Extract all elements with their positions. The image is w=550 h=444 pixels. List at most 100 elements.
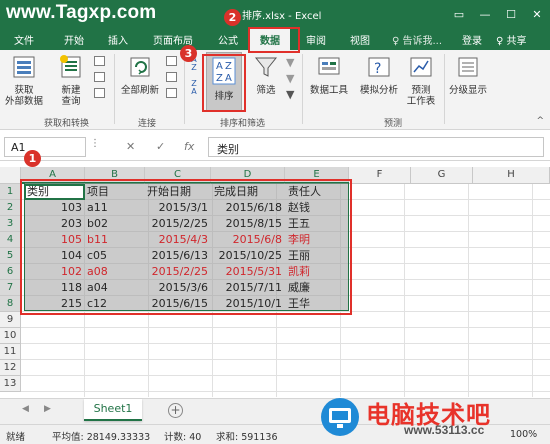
- data-tools-label: 数据工具: [309, 85, 348, 96]
- new-query-icon: [60, 55, 81, 78]
- window-controls: ▭ — ☐ ✕: [446, 0, 550, 28]
- row-header[interactable]: 4: [0, 232, 21, 248]
- row-header[interactable]: 5: [0, 248, 21, 264]
- row-header[interactable]: 2: [0, 200, 21, 216]
- name-box[interactable]: A1: [4, 137, 86, 157]
- what-if-icon: ?: [368, 57, 390, 77]
- group-label-get-transform: 获取和转换: [44, 119, 90, 129]
- highlight-data-tab: [248, 27, 300, 53]
- tell-me-search[interactable]: ♀ 告诉我...: [392, 32, 442, 47]
- tab-insert[interactable]: 插入: [108, 32, 128, 47]
- reapply-filter-icon[interactable]: ▼: [286, 72, 294, 85]
- what-if-label: 模拟分析: [359, 85, 398, 96]
- formula-input[interactable]: 类别: [208, 137, 544, 157]
- outline-button[interactable]: 分级显示: [446, 54, 490, 96]
- formula-bar: A1 ⋮ ✕ ✓ fx 类别: [0, 133, 550, 161]
- row-header[interactable]: 7: [0, 280, 21, 296]
- cancel-icon[interactable]: ✕: [126, 140, 135, 153]
- step-badge-3: 3: [180, 45, 197, 62]
- brand-logo-icon: [321, 398, 359, 436]
- get-external-data-label: 获取 外部数据: [4, 85, 43, 107]
- properties-icon[interactable]: [166, 72, 177, 82]
- new-query-button[interactable]: 新建 查询: [52, 54, 90, 107]
- row-header[interactable]: 8: [0, 296, 21, 312]
- row-header[interactable]: 9: [0, 312, 21, 328]
- row-header[interactable]: 11: [0, 344, 21, 360]
- minimize-button[interactable]: —: [472, 0, 498, 28]
- scroll-left-icon[interactable]: ◀: [22, 404, 29, 414]
- tab-review[interactable]: 审阅: [306, 32, 326, 47]
- recent-sources-icon[interactable]: [94, 88, 105, 98]
- database-icon: [13, 56, 35, 78]
- brand-watermark-url: www.53113.cc: [404, 423, 485, 437]
- data-tools-button[interactable]: 数据工具: [306, 54, 352, 96]
- column-header-f[interactable]: F: [349, 167, 411, 184]
- show-queries-icon[interactable]: [94, 56, 105, 66]
- filter-label: 筛选: [256, 85, 276, 96]
- more-options-icon[interactable]: ⋮: [90, 138, 100, 149]
- svg-text:?: ?: [374, 61, 381, 77]
- forecast-sheet-button[interactable]: 预测 工作表: [402, 54, 440, 107]
- login-button[interactable]: 登录: [462, 32, 482, 47]
- refresh-all-button[interactable]: 全部刷新: [118, 54, 162, 96]
- row-header[interactable]: 3: [0, 216, 21, 232]
- forecast-sheet-label: 预测 工作表: [406, 85, 436, 107]
- column-header-g[interactable]: G: [411, 167, 473, 184]
- data-tools-icon: [318, 57, 340, 75]
- clear-filter-icon[interactable]: ▼: [286, 56, 294, 69]
- brand-watermark: 电脑技术吧 www.53113.cc: [318, 395, 550, 441]
- connections-icon[interactable]: [166, 56, 177, 66]
- select-all-corner[interactable]: [0, 167, 21, 184]
- filter-button[interactable]: 筛选: [250, 54, 282, 96]
- column-header-h[interactable]: H: [473, 167, 550, 184]
- what-if-analysis-button[interactable]: ? 模拟分析: [356, 54, 402, 96]
- row-header[interactable]: 12: [0, 360, 21, 376]
- maximize-button[interactable]: ☐: [498, 0, 524, 28]
- outline-label: 分级显示: [448, 85, 487, 96]
- tab-file[interactable]: 文件: [14, 32, 34, 47]
- group-label-forecast: 预测: [384, 119, 403, 129]
- status-ready: 就绪: [6, 432, 26, 443]
- row-header[interactable]: 6: [0, 264, 21, 280]
- edit-links-icon[interactable]: [166, 88, 177, 98]
- insert-function-icon[interactable]: fx: [184, 140, 194, 153]
- tab-formulas[interactable]: 公式: [218, 32, 238, 47]
- ribbon-divider: [114, 54, 115, 124]
- close-button[interactable]: ✕: [524, 0, 550, 28]
- outline-icon: [458, 57, 478, 77]
- sort-descending-icon[interactable]: ZA: [188, 80, 200, 96]
- tab-home[interactable]: 开始: [64, 32, 84, 47]
- title-bar: www.Tagxp.com 排序.xlsx - Excel ▭ — ☐ ✕: [0, 0, 550, 28]
- step-badge-2: 2: [224, 9, 241, 26]
- ribbon-divider: [444, 54, 445, 124]
- status-average: 平均值: 28149.33333: [52, 432, 151, 443]
- refresh-icon: [130, 57, 150, 77]
- row-header[interactable]: 13: [0, 376, 21, 392]
- sheet-tab-sheet1[interactable]: Sheet1: [84, 399, 142, 421]
- group-label-connections: 连接: [138, 119, 157, 129]
- window-title: 排序.xlsx - Excel: [242, 11, 322, 22]
- get-external-data-button[interactable]: 获取 外部数据: [2, 54, 46, 107]
- new-query-label: 新建 查询: [61, 85, 81, 107]
- add-sheet-button[interactable]: +: [168, 403, 183, 418]
- step-badge-1: 1: [24, 150, 41, 167]
- share-button[interactable]: ♀ 共享: [496, 32, 527, 47]
- highlight-table-range: [20, 179, 352, 315]
- status-count: 计数: 40: [164, 432, 202, 443]
- ribbon-data: 获取 外部数据 新建 查询 获取和转换 全部刷新 连接 AZ ZA: [0, 50, 550, 130]
- filter-funnel-icon: [254, 57, 278, 77]
- scroll-right-icon[interactable]: ▶: [44, 404, 51, 414]
- from-table-icon[interactable]: [94, 72, 105, 82]
- collapse-ribbon-icon[interactable]: ^: [536, 116, 544, 126]
- advanced-filter-icon[interactable]: ▼: [286, 88, 294, 101]
- forecast-chart-icon: [410, 57, 432, 77]
- tab-view[interactable]: 视图: [350, 32, 370, 47]
- enter-icon[interactable]: ✓: [156, 140, 165, 153]
- group-label-sort-filter: 排序和筛选: [220, 119, 266, 129]
- row-header[interactable]: 10: [0, 328, 21, 344]
- status-sum: 求和: 591136: [216, 432, 278, 443]
- row-header[interactable]: 1: [0, 184, 21, 200]
- restore-ribbon-icon[interactable]: ▭: [446, 0, 472, 28]
- highlight-sort-button: [202, 54, 246, 112]
- ribbon-divider: [302, 54, 303, 124]
